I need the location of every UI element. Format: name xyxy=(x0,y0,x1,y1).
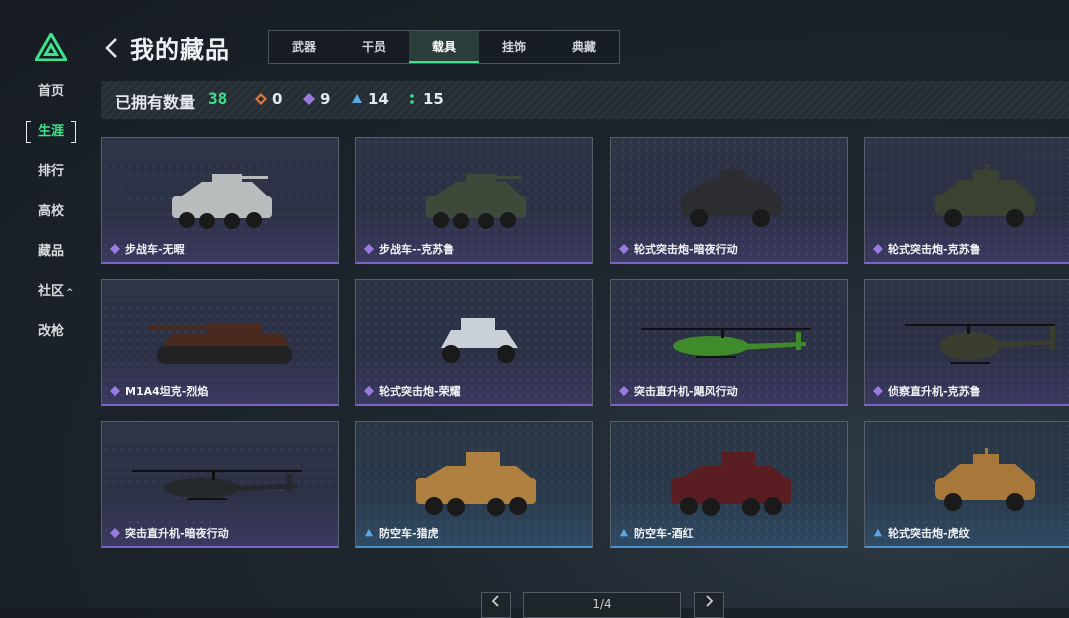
stat-blue: 14 xyxy=(351,90,389,108)
card-name: 防空车-猎虎 xyxy=(379,527,439,540)
card-name: 防空车-酒红 xyxy=(634,527,694,540)
sidebar: 首页 生涯 排行 高校 藏品 社区 ^ 改枪 xyxy=(0,0,100,608)
stat-orange-value: 0 xyxy=(272,90,283,108)
stat-purple-value: 9 xyxy=(320,90,331,108)
collection-card[interactable]: 防空车-猎虎 xyxy=(355,421,593,548)
chevron-up-icon: ^ xyxy=(66,288,74,298)
sidebar-item-ranking[interactable]: 排行 xyxy=(26,161,76,183)
collection-card[interactable]: 步战车--克苏鲁 xyxy=(355,137,593,264)
tab-weapons[interactable]: 武器 xyxy=(269,31,339,63)
tab-charms[interactable]: 挂饰 xyxy=(479,31,549,63)
sidebar-item-campus[interactable]: 高校 xyxy=(26,201,76,223)
card-name: 侦察直升机-克苏鲁 xyxy=(888,385,981,398)
prev-page-button[interactable] xyxy=(481,592,511,618)
purple-diamond-icon xyxy=(873,386,883,396)
vehicle-assault-gun-icon xyxy=(865,430,1069,526)
stat-green: 15 xyxy=(406,90,444,108)
vehicle-assault-gun-icon xyxy=(611,146,847,242)
vehicle-tank-icon xyxy=(102,288,338,384)
sidebar-item-gunsmith[interactable]: 改枪 xyxy=(26,321,76,343)
collection-card[interactable]: M1A4坦克-烈焰 xyxy=(101,279,339,406)
tab-operators[interactable]: 干员 xyxy=(339,31,409,63)
vehicle-helicopter-icon xyxy=(611,288,847,384)
vehicle-aa-icon xyxy=(611,430,847,526)
collection-card[interactable]: 防空车-酒红 xyxy=(610,421,848,548)
vehicle-ifv-icon xyxy=(356,146,592,242)
owned-count-total: 38 xyxy=(208,89,228,108)
collection-card[interactable]: 轮式突击炮-暗夜行动 xyxy=(610,137,848,264)
sidebar-item-collection[interactable]: 藏品 xyxy=(26,241,76,263)
card-name: 步战车--克苏鲁 xyxy=(379,243,455,256)
card-name: 步战车-无暇 xyxy=(125,243,185,256)
card-name: 轮式突击炮-荣耀 xyxy=(379,385,461,398)
tab-collector[interactable]: 典藏 xyxy=(549,31,619,63)
card-name: 突击直升机-飓风行动 xyxy=(634,385,738,398)
card-name: 突击直升机-暗夜行动 xyxy=(125,527,229,540)
collection-card[interactable]: 步战车-无暇 xyxy=(101,137,339,264)
tab-vehicles[interactable]: 载具 xyxy=(409,31,479,63)
owned-count-label: 已拥有数量 xyxy=(115,93,196,112)
sidebar-item-home[interactable]: 首页 xyxy=(26,81,76,103)
next-page-button[interactable] xyxy=(694,592,724,618)
stat-green-value: 15 xyxy=(423,90,444,108)
page-title: 我的藏品 xyxy=(130,36,230,64)
stats-bar: 已拥有数量 38 0 9 14 15 xyxy=(101,81,1069,119)
collection-card[interactable]: 轮式突击炮-荣耀 xyxy=(355,279,593,406)
purple-diamond-icon xyxy=(873,244,883,254)
stat-orange: 0 xyxy=(255,90,282,108)
chevron-left-icon[interactable] xyxy=(102,35,122,61)
category-tabs: 武器 干员 载具 挂饰 典藏 xyxy=(268,30,620,64)
collection-card[interactable]: 侦察直升机-克苏鲁 xyxy=(864,279,1069,406)
card-name: 轮式突击炮-暗夜行动 xyxy=(634,243,738,256)
card-name: M1A4坦克-烈焰 xyxy=(125,385,209,398)
vehicle-helicopter-icon xyxy=(102,430,338,526)
chevron-right-icon xyxy=(706,595,714,607)
collection-card[interactable]: 突击直升机-暗夜行动 xyxy=(101,421,339,548)
blue-triangle-icon xyxy=(873,528,883,537)
purple-diamond-icon xyxy=(303,93,315,105)
card-name: 轮式突击炮-虎纹 xyxy=(888,527,970,540)
orange-diamond-icon xyxy=(255,93,267,105)
vehicle-assault-gun-icon xyxy=(865,146,1069,242)
purple-diamond-icon xyxy=(364,244,374,254)
blue-triangle-icon xyxy=(364,528,374,537)
stat-blue-value: 14 xyxy=(368,90,389,108)
collection-card[interactable]: 突击直升机-飓风行动 xyxy=(610,279,848,406)
purple-diamond-icon xyxy=(364,386,374,396)
sidebar-item-career[interactable]: 生涯 xyxy=(26,121,77,143)
stat-purple: 9 xyxy=(303,90,330,108)
purple-diamond-icon xyxy=(110,244,120,254)
app-logo-icon[interactable] xyxy=(35,33,67,61)
vehicle-scout-helicopter-icon xyxy=(865,288,1069,384)
vehicle-aa-icon xyxy=(356,430,592,526)
purple-diamond-icon xyxy=(110,528,120,538)
green-dots-icon xyxy=(410,94,414,104)
sidebar-item-community-label: 社区 xyxy=(38,284,65,299)
blue-triangle-icon xyxy=(619,528,629,537)
collection-card[interactable]: 轮式突击炮-克苏鲁 xyxy=(864,137,1069,264)
purple-diamond-icon xyxy=(619,244,629,254)
vehicle-ifv-icon xyxy=(102,146,338,242)
purple-diamond-icon xyxy=(619,386,629,396)
page-indicator: 1/4 xyxy=(523,592,681,618)
purple-diamond-icon xyxy=(110,386,120,396)
blue-triangle-icon xyxy=(352,94,362,103)
chevron-left-icon xyxy=(491,595,499,607)
collection-card[interactable]: 轮式突击炮-虎纹 xyxy=(864,421,1069,548)
vehicle-buggy-icon xyxy=(356,288,592,384)
sidebar-item-community[interactable]: 社区 ^ xyxy=(26,281,86,303)
card-name: 轮式突击炮-克苏鲁 xyxy=(888,243,981,256)
